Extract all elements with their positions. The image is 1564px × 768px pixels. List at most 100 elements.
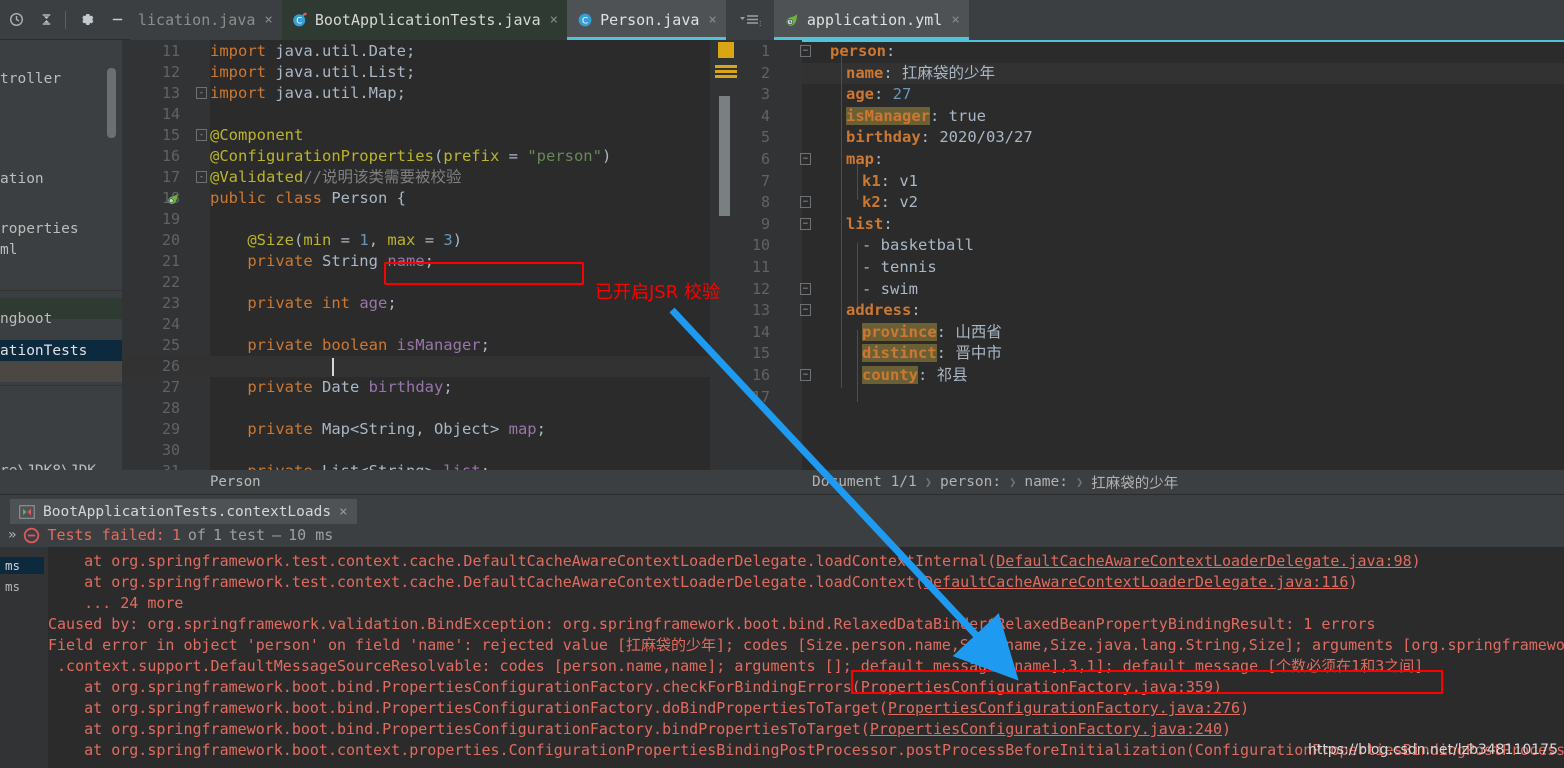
java-code-line[interactable]: 12 import java.util.List; bbox=[122, 62, 740, 83]
close-icon[interactable]: × bbox=[708, 12, 716, 28]
history-icon[interactable] bbox=[4, 7, 30, 33]
tab-bootapplicationtests-java[interactable]: C BootApplicationTests.java × bbox=[281, 0, 568, 40]
stacktrace-link[interactable]: PropertiesConfigurationFactory.java:240 bbox=[870, 720, 1222, 738]
java-code-line[interactable]: 22 bbox=[122, 272, 740, 293]
tab-application-java[interactable]: lication.java × bbox=[130, 0, 282, 40]
yaml-code-line[interactable]: 13 − address: bbox=[740, 300, 1564, 322]
java-code-editor[interactable]: 11 import java.util.Date; 12 import java.ut… bbox=[122, 40, 740, 470]
java-marker-bar[interactable] bbox=[710, 40, 740, 470]
java-code-line[interactable]: 30 bbox=[122, 440, 740, 461]
inspection-markers[interactable] bbox=[715, 65, 737, 79]
yaml-code-line[interactable]: 6 − map: bbox=[740, 149, 1564, 171]
code-fold-icon[interactable]: - bbox=[196, 129, 207, 141]
java-code-line[interactable]: 13 - import java.util.Map; bbox=[122, 83, 740, 104]
project-item-springboot[interactable]: ngboot bbox=[0, 298, 122, 327]
code-fold-icon[interactable]: − bbox=[800, 196, 811, 209]
java-code-line[interactable]: 23 private int age; bbox=[122, 293, 740, 314]
project-item-controller[interactable]: troller bbox=[0, 68, 122, 89]
console-output[interactable]: ms ms at org.springframework.test.contex… bbox=[0, 547, 1564, 768]
svg-text:C: C bbox=[582, 16, 588, 26]
project-tool-window[interactable]: troller ation roperties ml ngboot ationT… bbox=[0, 40, 122, 470]
line-number: 28 bbox=[161, 399, 180, 417]
java-code-line[interactable]: 28 bbox=[122, 398, 740, 419]
close-icon[interactable]: × bbox=[264, 12, 272, 28]
stacktrace-link[interactable]: DefaultCacheAwareContextLoaderDelegate.j… bbox=[924, 573, 1348, 591]
yaml-code-editor[interactable]: 1 − person: 2 name: 扛麻袋的少年 3 age: 27 4 isManager… bbox=[740, 40, 1564, 470]
java-code-line[interactable]: 16 @ConfigurationProperties(prefix = "per… bbox=[122, 146, 740, 167]
java-code-line[interactable]: 19 bbox=[122, 209, 740, 230]
breadcrumb-document[interactable]: Document 1/1 bbox=[812, 474, 917, 490]
yaml-code-line[interactable]: 11 - tennis bbox=[740, 257, 1564, 279]
code-fold-icon[interactable]: − bbox=[800, 282, 811, 295]
code-fold-icon[interactable]: − bbox=[800, 217, 811, 230]
yaml-code-line[interactable]: 2 name: 扛麻袋的少年 bbox=[740, 63, 1564, 85]
java-code-line[interactable]: 20 @Size(min = 1, max = 3) bbox=[122, 230, 740, 251]
breadcrumb-person[interactable]: person: bbox=[940, 474, 1001, 490]
code-fold-icon[interactable]: - bbox=[196, 171, 207, 183]
project-item-blank[interactable] bbox=[0, 361, 122, 382]
java-code-line[interactable]: 15 - @Component bbox=[122, 125, 740, 146]
java-code-line[interactable]: 25 private boolean isManager; bbox=[122, 335, 740, 356]
project-item-yml[interactable]: ml bbox=[0, 239, 122, 260]
expand-chevron-icon[interactable]: » bbox=[8, 527, 16, 543]
collapse-all-icon[interactable] bbox=[34, 7, 60, 33]
run-tab-label: BootApplicationTests.contextLoads bbox=[43, 503, 332, 520]
java-code-line[interactable]: 24 bbox=[122, 314, 740, 335]
yaml-code-line[interactable]: 7 k1: v1 bbox=[740, 171, 1564, 193]
breadcrumb-name[interactable]: name: bbox=[1024, 474, 1068, 490]
project-item-application[interactable]: ation bbox=[0, 168, 122, 189]
code-fold-icon[interactable]: − bbox=[800, 45, 811, 57]
minimize-icon[interactable] bbox=[104, 7, 130, 33]
project-item-label: re\JDK8\JDK bbox=[0, 463, 96, 471]
yaml-code-line[interactable]: 15 distinct: 晋中市 bbox=[740, 343, 1564, 365]
yaml-code-line[interactable]: 10 - basketball bbox=[740, 235, 1564, 257]
console-text: at org.springframework.test.context.cach… bbox=[48, 573, 924, 591]
java-code-line[interactable]: 17 - @Validated//说明该类需要被校验 bbox=[122, 167, 740, 188]
stacktrace-link[interactable]: DefaultCacheAwareContextLoaderDelegate.j… bbox=[996, 552, 1411, 570]
project-scrollbar-thumb[interactable] bbox=[107, 68, 116, 138]
yaml-code-line[interactable]: 12 − - swim bbox=[740, 279, 1564, 301]
settings-gear-icon[interactable] bbox=[74, 7, 100, 33]
yaml-code-area[interactable]: 1 − person: 2 name: 扛麻袋的少年 3 age: 27 4 isManager… bbox=[740, 40, 1564, 470]
breadcrumb-value[interactable]: 扛麻袋的少年 bbox=[1091, 472, 1178, 493]
java-code-line[interactable]: 27 private Date birthday; bbox=[122, 377, 740, 398]
close-icon[interactable]: × bbox=[951, 12, 959, 28]
yaml-breadcrumb: Document 1/1 ❯ person: ❯ name: ❯ 扛麻袋的少年 bbox=[740, 470, 1564, 494]
java-code-line[interactable]: 26 bbox=[122, 356, 740, 377]
java-code-line[interactable]: 18public class Person { bbox=[122, 188, 740, 209]
project-item-properties[interactable]: roperties bbox=[0, 218, 122, 239]
java-code-area[interactable]: 11 import java.util.Date; 12 import java.ut… bbox=[122, 40, 740, 470]
java-code-line[interactable]: 21 private String name; bbox=[122, 251, 740, 272]
stacktrace-link[interactable]: PropertiesConfigurationFactory.java:359 bbox=[861, 678, 1213, 696]
yaml-code-line[interactable]: 9 − list: bbox=[740, 214, 1564, 236]
yaml-code-line[interactable]: 1 − person: bbox=[740, 41, 1564, 63]
tab-application-yml[interactable]: application.yml × bbox=[773, 0, 969, 40]
yaml-code-line[interactable]: 17 bbox=[740, 387, 1564, 409]
project-item-applicationtests[interactable]: ationTests bbox=[0, 340, 122, 361]
yaml-code-line[interactable]: 3 age: 27 bbox=[740, 84, 1564, 106]
spring-bean-gutter-icon[interactable] bbox=[166, 191, 180, 205]
code-fold-icon[interactable]: − bbox=[800, 153, 811, 165]
code-fold-icon[interactable]: − bbox=[800, 369, 811, 381]
stacktrace-link[interactable]: PropertiesConfigurationFactory.java:276 bbox=[888, 699, 1240, 717]
tab-person-java[interactable]: C Person.java × bbox=[567, 0, 726, 40]
warning-marker-icon[interactable] bbox=[718, 42, 734, 58]
close-icon[interactable]: × bbox=[550, 12, 558, 28]
java-scrollbar-thumb[interactable] bbox=[719, 96, 730, 216]
yaml-code-line[interactable]: 5 birthday: 2020/03/27 bbox=[740, 127, 1564, 149]
java-code-line[interactable]: 29 private Map<String, Object> map; bbox=[122, 419, 740, 440]
code-fold-icon[interactable]: - bbox=[196, 87, 207, 99]
tab-list-overflow-button[interactable]: 3 bbox=[726, 0, 774, 40]
yaml-code-line[interactable]: 16 − county: 祁县 bbox=[740, 365, 1564, 387]
java-code-line[interactable]: 31 private List<String> list; bbox=[122, 461, 740, 470]
project-divider-2 bbox=[0, 385, 122, 386]
yaml-code-line[interactable]: 8 − k2: v2 bbox=[740, 192, 1564, 214]
code-fold-icon[interactable]: − bbox=[800, 304, 811, 317]
run-config-tab[interactable]: BootApplicationTests.contextLoads × bbox=[10, 499, 357, 524]
java-code-line[interactable]: 14 bbox=[122, 104, 740, 125]
java-code-line[interactable]: 11 import java.util.Date; bbox=[122, 41, 740, 62]
close-icon[interactable]: × bbox=[339, 504, 347, 520]
yaml-code-line[interactable]: 14 province: 山西省 bbox=[740, 322, 1564, 344]
yaml-code-line[interactable]: 4 isManager: true bbox=[740, 106, 1564, 128]
project-item-jdk-path[interactable]: re\JDK8\JDK bbox=[0, 460, 122, 471]
